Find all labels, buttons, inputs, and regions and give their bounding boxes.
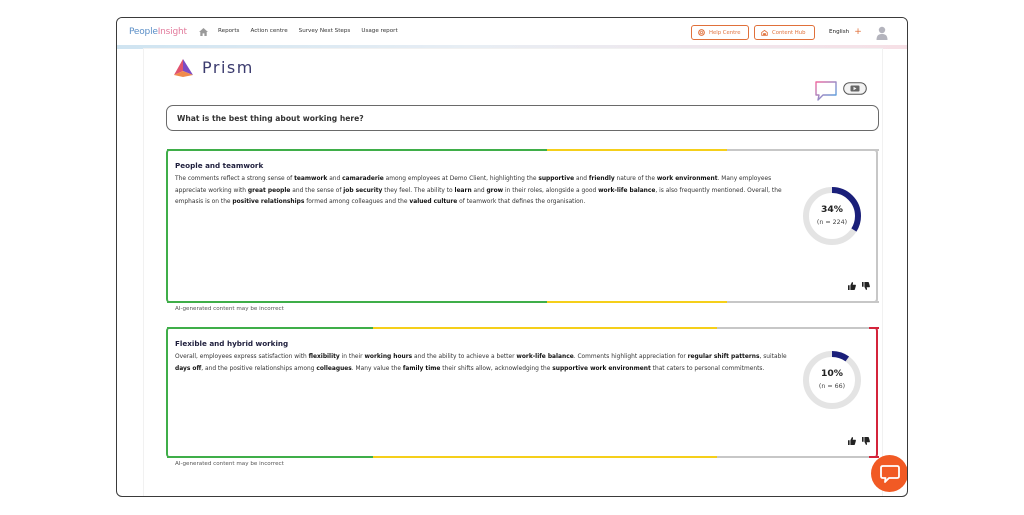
highlighted-keyword: teamwork [294, 176, 328, 182]
percent-donut: 10% (n = 66) [801, 349, 863, 411]
card-top-bar-yellow [373, 327, 717, 329]
main-content: Prism What is the best thing about worki… [144, 49, 882, 496]
card-summary: The comments reflect a strong sense of t… [175, 176, 782, 205]
percent-donut: 34% (n = 224) [801, 185, 863, 247]
card-bottom-bar-green [167, 456, 373, 458]
highlighted-keyword: positive relationships [232, 199, 305, 205]
highlighted-keyword: family time [402, 365, 441, 372]
brand-logo[interactable]: PeopleInsight [129, 27, 187, 37]
chat-bubble-icon[interactable] [814, 81, 838, 101]
question-field[interactable]: What is the best thing about working her… [166, 105, 879, 131]
lifebuoy-icon [698, 29, 705, 36]
video-icon[interactable] [843, 82, 867, 95]
highlighted-keyword: camaraderie [342, 176, 384, 182]
add-language-icon[interactable]: + [854, 28, 862, 37]
highlighted-keyword: job security [343, 187, 383, 194]
card-top-bar-grey [717, 327, 869, 329]
card-bottom-bar-yellow [547, 301, 727, 303]
highlighted-keyword: work environment [656, 176, 718, 182]
count-label: (n = 224) [816, 219, 848, 226]
thumbs-up-icon[interactable] [848, 437, 856, 445]
card-title: People and teamwork [175, 161, 264, 170]
chat-icon [879, 464, 900, 483]
card-bottom-bar-grey [717, 456, 869, 458]
donut-chart [803, 351, 861, 409]
theme-card: Flexible and hybrid working Overall, emp… [166, 327, 879, 458]
thumbs-down-icon[interactable] [862, 437, 870, 445]
highlighted-keyword: flexibility [308, 354, 340, 360]
donut-chart [803, 187, 861, 245]
card-bottom-bar-yellow [373, 456, 717, 458]
card-border-left [166, 327, 171, 458]
feedback-buttons [848, 282, 870, 290]
card-top-bar-green [167, 149, 547, 151]
highlighted-keyword: days off [175, 365, 202, 372]
chat-launcher-button[interactable] [871, 455, 907, 492]
card-bottom-bar-green [167, 301, 547, 303]
highlighted-keyword: colleagues [316, 365, 352, 372]
theme-card: People and teamwork The comments reflect… [166, 149, 879, 303]
highlighted-keyword: valued culture [409, 199, 458, 205]
app-window: PeopleInsight Reports Action centre Surv… [116, 17, 908, 497]
card-border-left [166, 149, 171, 303]
prism-icon [174, 58, 193, 77]
highlighted-keyword: supportive work environment [552, 365, 651, 372]
highlighted-keyword: regular shift patterns [687, 354, 760, 360]
prism-title: Prism [202, 58, 254, 77]
prism-logo: Prism [174, 58, 254, 77]
card-summary: Overall, employees express satisfaction … [175, 354, 787, 372]
card-top-bar-yellow [547, 149, 727, 151]
user-avatar-icon[interactable] [876, 26, 888, 40]
top-navigation: PeopleInsight Reports Action centre Surv… [117, 18, 907, 46]
thumbs-down-icon[interactable] [862, 282, 870, 290]
nav-action-centre[interactable]: Action centre [250, 28, 287, 34]
highlighted-keyword: grow [486, 187, 504, 194]
nav-survey-next-steps[interactable]: Survey Next Steps [299, 28, 351, 34]
home-icon[interactable] [199, 28, 208, 36]
highlighted-keyword: work-life balance [598, 187, 656, 194]
feedback-buttons [848, 437, 870, 445]
ai-disclaimer: AI-generated content may be incorrect [175, 306, 284, 312]
count-label: (n = 66) [818, 383, 846, 390]
help-centre-button[interactable]: Help Centre [691, 25, 749, 40]
percent-label: 34% [821, 204, 843, 215]
highlighted-keyword: friendly [588, 176, 615, 182]
highlighted-keyword: work-life balance [516, 354, 574, 360]
content-hub-button[interactable]: Content Hub [754, 25, 815, 40]
hub-icon [761, 29, 768, 36]
main-nav: Reports Action centre Survey Next Steps … [218, 28, 398, 34]
card-title: Flexible and hybrid working [175, 339, 289, 348]
highlighted-keyword: great people [247, 187, 291, 194]
nav-reports[interactable]: Reports [218, 28, 239, 34]
highlighted-keyword: supportive [538, 176, 575, 182]
ai-disclaimer: AI-generated content may be incorrect [175, 461, 284, 467]
nav-usage-report[interactable]: Usage report [361, 28, 397, 34]
thumbs-up-icon[interactable] [848, 282, 856, 290]
language-selector[interactable]: English + [829, 28, 862, 37]
card-top-bar-grey [727, 149, 879, 151]
card-top-bar-green [167, 327, 373, 329]
card-bottom-bar-grey [727, 301, 879, 303]
highlighted-keyword: learn [454, 187, 472, 194]
card-top-bar-red [869, 327, 879, 329]
card-border-right [873, 149, 878, 303]
highlighted-keyword: working hours [364, 354, 413, 360]
card-border-right [873, 327, 878, 458]
percent-label: 10% [821, 368, 843, 379]
